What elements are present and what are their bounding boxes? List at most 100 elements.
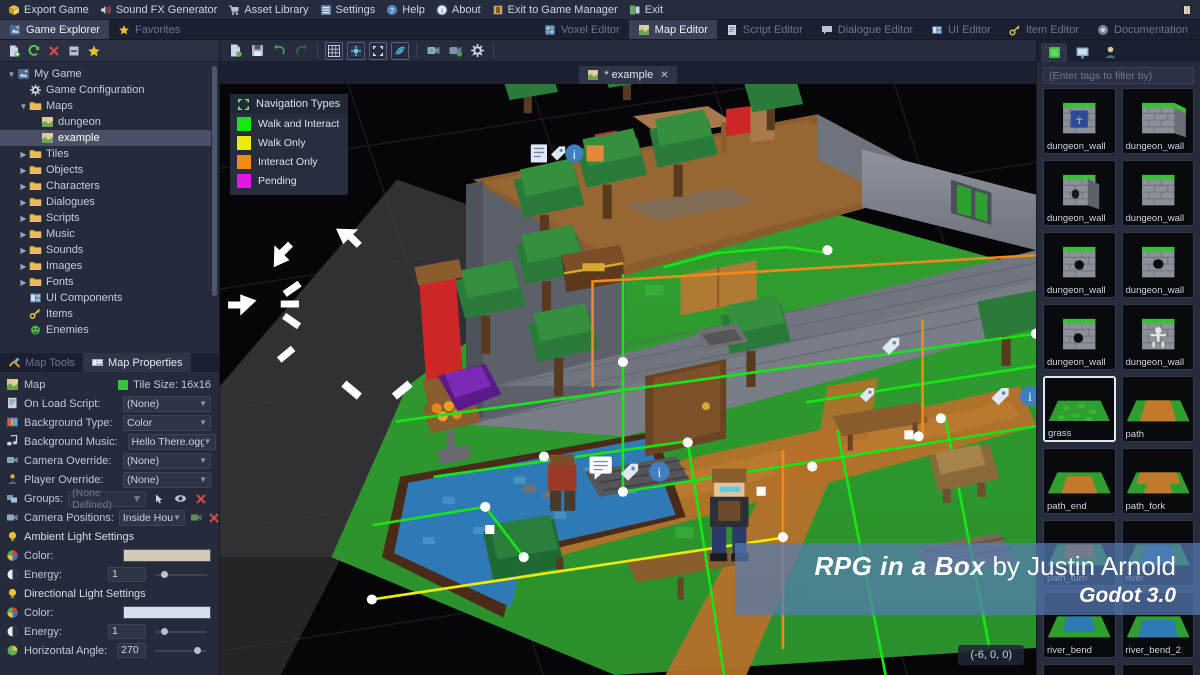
objects-tab[interactable]	[1069, 43, 1095, 62]
menu-sound-fx-generator[interactable]: Sound FX Generator	[96, 0, 225, 20]
tag-filter-input[interactable]: (Enter tags to filter by)	[1043, 67, 1194, 84]
tile-item[interactable]: path_turn	[1043, 520, 1116, 586]
tab-map-tools[interactable]: Map Tools	[0, 353, 83, 372]
chevron-right-icon[interactable]: ▶	[18, 262, 29, 271]
tiles-tab[interactable]	[1041, 42, 1067, 62]
tile-item[interactable]: path	[1121, 376, 1194, 442]
tree-item-sounds[interactable]: ▶ Sounds	[0, 242, 219, 258]
game-explorer-tree[interactable]: ▼ My Game Game Configuration ▼ Maps dungeon ex…	[0, 62, 219, 353]
collapse-button[interactable]	[65, 42, 82, 59]
tab-map-properties[interactable]: Map Properties	[82, 353, 191, 372]
menu-help[interactable]: ? Help	[382, 0, 432, 20]
tile-item[interactable]: dungeon_wall	[1121, 304, 1194, 370]
undo-button[interactable]	[270, 42, 288, 60]
camera-position-add-button[interactable]	[190, 510, 203, 526]
chevron-right-icon[interactable]: ▶	[18, 230, 29, 239]
tab-game-explorer[interactable]: Game Explorer	[0, 20, 109, 39]
tree-item-tiles[interactable]: ▶ Tiles	[0, 146, 219, 162]
book-icon[interactable]	[1180, 3, 1194, 17]
chevron-right-icon[interactable]: ▶	[18, 166, 29, 175]
chevron-right-icon[interactable]: ▶	[18, 198, 29, 207]
tree-item-dialogues[interactable]: ▶ Dialogues	[0, 194, 219, 210]
tree-scrollbar[interactable]	[212, 66, 217, 296]
groups-delete-button[interactable]	[193, 491, 209, 507]
directional-hangle-value[interactable]: 270	[117, 643, 146, 658]
tree-item-my-game[interactable]: ▼ My Game	[0, 66, 219, 82]
tile-grid[interactable]: ☥ dungeon_wall dungeon_wall dungeon_wall dun…	[1037, 88, 1200, 675]
chevron-down-icon[interactable]: ▼	[6, 70, 17, 79]
menu-about[interactable]: i About	[432, 0, 488, 20]
tab-favorites[interactable]: Favorites	[109, 20, 189, 39]
tree-item-dungeon[interactable]: dungeon	[0, 114, 219, 130]
menu-export-game[interactable]: Export Game	[4, 0, 96, 20]
tree-item-items[interactable]: Items	[0, 306, 219, 322]
menu-asset-library[interactable]: Asset Library	[224, 0, 315, 20]
ambient-energy-value[interactable]: 1	[108, 567, 146, 582]
tree-item-ui-components[interactable]: UI Components	[0, 290, 219, 306]
tile-item[interactable]: river_end	[1043, 664, 1116, 675]
tab-voxel-editor[interactable]: Voxel Editor	[535, 20, 629, 39]
tile-item[interactable]: river	[1121, 520, 1194, 586]
property-select[interactable]: (None) ▼	[123, 452, 211, 469]
tile-item[interactable]: dungeon_wall	[1043, 232, 1116, 298]
property-select[interactable]: Hello There.ogg ▼	[127, 433, 216, 450]
groups-pick-button[interactable]	[151, 491, 167, 507]
ambient-energy-slider[interactable]	[155, 568, 207, 581]
tile-item[interactable]: river_bend	[1043, 592, 1116, 658]
property-select[interactable]: Color ▼	[123, 414, 211, 431]
map-3d-viewport[interactable]: i i i Navigation Types Walk and Interact…	[220, 84, 1036, 675]
tile-item[interactable]: ☥ dungeon_wall	[1043, 88, 1116, 154]
tile-item[interactable]: dungeon_wall	[1043, 160, 1116, 226]
tab-ui-editor[interactable]: UI Editor	[922, 20, 1000, 39]
delete-button[interactable]	[45, 42, 62, 59]
tile-item[interactable]: path_fork	[1121, 448, 1194, 514]
tree-item-music[interactable]: ▶ Music	[0, 226, 219, 242]
tile-item[interactable]: river_bend_2	[1121, 592, 1194, 658]
tree-item-fonts[interactable]: ▶ Fonts	[0, 274, 219, 290]
tree-item-game-configuration[interactable]: Game Configuration	[0, 82, 219, 98]
tile-item[interactable]: dungeon_wall	[1121, 160, 1194, 226]
groups-select[interactable]: (None Defined) ▼	[68, 487, 147, 511]
tree-item-scripts[interactable]: ▶ Scripts	[0, 210, 219, 226]
favorite-button[interactable]	[85, 42, 102, 59]
tree-item-maps[interactable]: ▼ Maps	[0, 98, 219, 114]
open-map-tab-example[interactable]: * example ✕	[579, 66, 677, 84]
chevron-right-icon[interactable]: ▶	[18, 246, 29, 255]
tile-item[interactable]: path_end	[1043, 448, 1116, 514]
settings-button[interactable]	[468, 42, 486, 60]
tile-item[interactable]: grass	[1043, 376, 1116, 442]
chevron-right-icon[interactable]: ▶	[18, 214, 29, 223]
camera-add-button[interactable]	[446, 42, 464, 60]
camera-positions-select[interactable]: Inside House ▼	[118, 509, 185, 526]
lighting-toggle-button[interactable]	[391, 41, 409, 60]
snap-toggle-button[interactable]	[347, 41, 365, 60]
chevron-right-icon[interactable]: ▶	[18, 150, 29, 159]
tab-dialogue-editor[interactable]: Dialogue Editor	[812, 20, 922, 39]
tree-item-objects[interactable]: ▶ Objects	[0, 162, 219, 178]
menu-settings[interactable]: Settings	[316, 0, 383, 20]
tree-item-characters[interactable]: ▶ Characters	[0, 178, 219, 194]
tree-item-example[interactable]: example	[0, 130, 211, 146]
new-file-button[interactable]	[5, 42, 22, 59]
groups-visibility-button[interactable]	[172, 491, 188, 507]
navigation-toggle-button[interactable]	[369, 41, 387, 60]
camera-button[interactable]	[424, 42, 442, 60]
ambient-color-swatch[interactable]	[123, 549, 211, 562]
tile-item[interactable]: river_fork	[1121, 664, 1194, 675]
chevron-right-icon[interactable]: ▶	[18, 278, 29, 287]
tile-item[interactable]: dungeon_wall	[1043, 304, 1116, 370]
camera-position-delete-button[interactable]	[208, 510, 219, 526]
characters-tab[interactable]	[1097, 43, 1123, 62]
chevron-down-icon[interactable]: ▼	[18, 102, 29, 111]
tab-script-editor[interactable]: Script Editor	[717, 20, 812, 39]
save-map-button[interactable]	[248, 42, 266, 60]
tile-item[interactable]: dungeon_wall	[1121, 88, 1194, 154]
directional-color-swatch[interactable]	[123, 606, 211, 619]
menu-exit-to-game-manager[interactable]: Exit to Game Manager	[488, 0, 625, 20]
refresh-button[interactable]	[25, 42, 42, 59]
tab-map-editor[interactable]: Map Editor	[628, 20, 717, 39]
directional-hangle-slider[interactable]	[155, 644, 207, 657]
tree-item-enemies[interactable]: Enemies	[0, 322, 219, 338]
property-select[interactable]: (None) ▼	[123, 395, 211, 412]
tab-documentation[interactable]: Documentation	[1088, 20, 1197, 39]
